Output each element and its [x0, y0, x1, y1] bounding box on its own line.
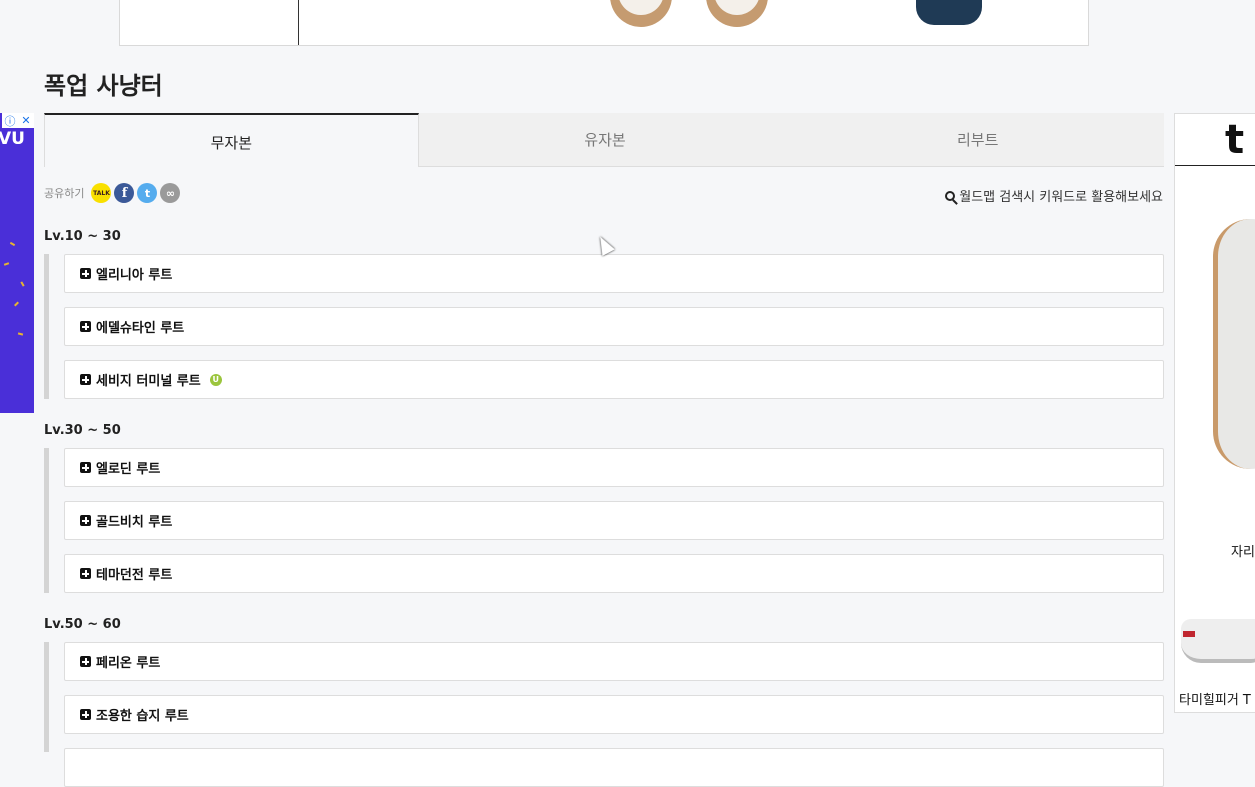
plus-icon	[80, 374, 91, 385]
plus-icon	[80, 709, 91, 720]
route-label: 조용한 습지 루트	[96, 709, 189, 724]
route-item[interactable]: 조용한 습지 루트	[64, 695, 1164, 734]
route-item[interactable]: 엘리니아 루트	[64, 254, 1164, 293]
ad-info-icon[interactable]: ⓘ	[2, 113, 18, 128]
confetti-decoration	[14, 301, 19, 307]
ad-divider	[298, 0, 299, 45]
route-item[interactable]	[64, 748, 1164, 787]
twitter-icon[interactable]: t	[137, 183, 158, 203]
route-label: 골드비치 루트	[96, 515, 173, 530]
confetti-decoration	[3, 262, 10, 266]
tab-with-capital[interactable]: 유자본	[418, 113, 792, 167]
plus-icon	[80, 515, 91, 526]
search-icon	[945, 190, 956, 201]
mouse-cursor-icon	[594, 233, 615, 256]
ad-product-image[interactable]	[1213, 219, 1255, 469]
level-group-title: Lv.10 ~ 30	[44, 229, 121, 244]
tab-reboot[interactable]: 리부트	[791, 113, 1165, 167]
plus-icon	[80, 656, 91, 667]
ad-product-image[interactable]	[706, 0, 768, 27]
ad-product-image[interactable]	[1181, 619, 1255, 663]
route-item[interactable]: 에델슈타인 루트	[64, 307, 1164, 346]
route-label: 페리온 루트	[96, 656, 161, 671]
plus-icon	[80, 462, 91, 473]
route-label: 엘로딘 루트	[96, 462, 161, 477]
ad-caption[interactable]: 자리	[1231, 541, 1255, 560]
top-ad-banner[interactable]	[119, 0, 1089, 46]
confetti-decoration	[20, 281, 25, 287]
group-bar	[44, 254, 49, 399]
facebook-icon[interactable]: f	[114, 183, 135, 203]
ad-caption[interactable]: 타미힐피거 T	[1179, 689, 1251, 708]
route-item[interactable]: 테마던전 루트	[64, 554, 1164, 593]
ad-product-image[interactable]	[916, 0, 982, 25]
ad-controls: ⓘ ✕	[2, 113, 34, 128]
route-label: 엘리니아 루트	[96, 268, 173, 283]
link-icon[interactable]: ∞	[160, 183, 181, 203]
route-label: 에델슈타인 루트	[96, 321, 185, 336]
page-title: 폭업 사냥터	[44, 72, 163, 100]
share-label: 공유하기	[44, 187, 85, 200]
route-item[interactable]: 세비지 터미널 루트 U	[64, 360, 1164, 399]
share-bar: 공유하기 TALK f t ∞	[44, 183, 181, 203]
kakaotalk-icon[interactable]: TALK	[91, 183, 112, 203]
plus-icon	[80, 268, 91, 279]
plus-icon	[80, 568, 91, 579]
ad-product-image[interactable]	[610, 0, 672, 27]
ad-close-icon[interactable]: ✕	[18, 113, 34, 128]
search-tip-text: 월드맵 검색시 키워드로 활용해보세요	[959, 190, 1163, 205]
right-side-ad[interactable]: t 자리 타미힐피거 T	[1174, 113, 1255, 713]
level-group-title: Lv.30 ~ 50	[44, 423, 121, 438]
route-item[interactable]: 페리온 루트	[64, 642, 1164, 681]
route-label: 세비지 터미널 루트	[96, 374, 201, 389]
tab-no-capital[interactable]: 무자본	[44, 113, 419, 167]
left-side-ad[interactable]: VU ⓘ ✕	[0, 113, 34, 413]
confetti-decoration	[9, 241, 16, 247]
ad-text: VU	[0, 129, 25, 149]
u-badge-icon: U	[209, 373, 222, 386]
tab-bar: 무자본 유자본 리부트	[44, 113, 1165, 167]
route-label: 테마던전 루트	[96, 568, 173, 583]
ad-brand-logo: t	[1175, 114, 1255, 166]
route-item[interactable]: 골드비치 루트	[64, 501, 1164, 540]
confetti-decoration	[17, 332, 24, 336]
group-bar	[44, 448, 49, 593]
route-item[interactable]: 엘로딘 루트	[64, 448, 1164, 487]
brand-flag-icon	[1183, 631, 1195, 637]
group-bar	[44, 642, 49, 752]
level-group-title: Lv.50 ~ 60	[44, 617, 121, 632]
search-tip: 월드맵 검색시 키워드로 활용해보세요	[945, 186, 1163, 205]
plus-icon	[80, 321, 91, 332]
